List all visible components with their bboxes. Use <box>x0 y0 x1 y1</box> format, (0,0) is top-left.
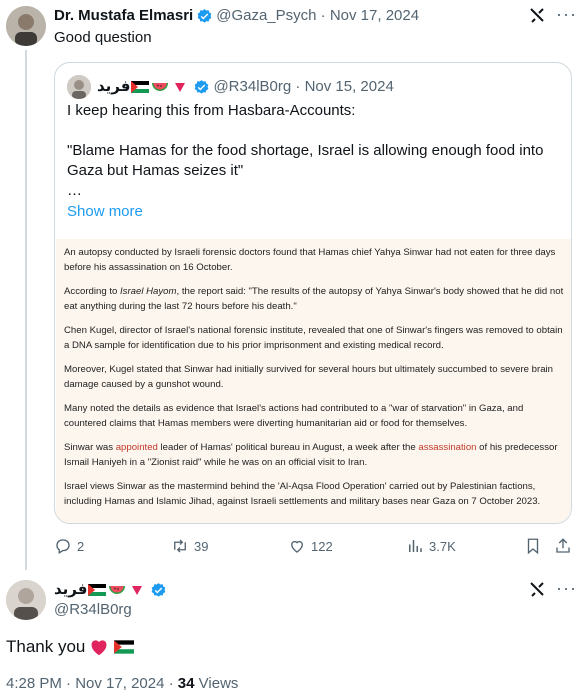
heart-icon <box>91 640 107 656</box>
reply-icon <box>56 539 70 554</box>
quote-header: فريد @R34lB0rg · Nov 15, 2024 <box>67 75 394 99</box>
palestine-flag-icon <box>131 81 150 93</box>
reply-author-name[interactable]: فريد <box>54 580 87 600</box>
like-count: 122 <box>311 538 333 554</box>
grok-icon[interactable] <box>528 580 546 603</box>
views-icon <box>409 540 422 552</box>
reply-meta: 4:28 PM · Nov 17, 2024 · 34 Views <box>6 675 239 692</box>
grok-icon[interactable] <box>528 6 546 29</box>
quoted-tweet-card[interactable]: فريد @R34lB0rg · Nov 15, 2024 I keep hea… <box>54 62 572 524</box>
verified-icon <box>197 8 212 23</box>
more-icon[interactable]: ··· <box>556 4 577 25</box>
watermelon-icon <box>152 83 169 91</box>
tweet-date[interactable]: Nov 17, 2024 <box>330 6 419 26</box>
reply-views-label: Views <box>198 675 239 692</box>
reply-author-header: فريد <box>54 580 170 600</box>
retweet-button[interactable]: 39 <box>171 537 208 555</box>
share-icon <box>556 538 570 553</box>
reply-time[interactable]: 4:28 PM <box>6 675 62 692</box>
article-paragraph: Moreover, Kugel stated that Sinwar had i… <box>64 364 553 390</box>
verified-icon <box>152 582 166 597</box>
red-triangle-icon <box>175 83 186 92</box>
palestine-flag-icon <box>88 584 107 596</box>
verified-icon <box>195 79 209 94</box>
retweet-icon <box>174 539 186 553</box>
article-paragraph: Sinwar was appointed leader of Hamas' po… <box>64 442 558 468</box>
reply-views-count: 34 <box>177 675 195 692</box>
thread-line <box>25 50 27 570</box>
separator-dot: · <box>291 78 305 95</box>
author-avatar[interactable] <box>6 6 46 46</box>
bookmark-button[interactable] <box>524 537 542 555</box>
article-paragraph: An autopsy conducted by Israeli forensic… <box>64 247 556 273</box>
article-paragraph: According to Israel Hayom, the report sa… <box>64 286 564 312</box>
article-paragraph: Chen Kugel, director of Israel's nationa… <box>64 325 563 351</box>
quote-ellipsis: … <box>67 182 82 199</box>
author-name[interactable]: Dr. Mustafa Elmasri <box>54 6 193 26</box>
views-count: 3.7K <box>429 538 456 554</box>
like-button[interactable]: 122 <box>288 537 333 555</box>
reply-count: 2 <box>77 538 85 554</box>
like-icon <box>291 540 303 553</box>
tweet-header: Dr. Mustafa Elmasri @Gaza_Psych · Nov 17… <box>54 6 419 26</box>
bookmark-icon <box>527 538 539 555</box>
retweet-count: 39 <box>194 538 209 554</box>
author-handle[interactable]: @Gaza_Psych <box>216 6 316 26</box>
quote-date: Nov 15, 2024 <box>304 78 394 95</box>
reply-date[interactable]: Nov 17, 2024 <box>75 675 164 692</box>
reply-button[interactable]: 2 <box>54 537 84 555</box>
reply-text: Thank you <box>6 636 135 658</box>
show-more-link[interactable]: Show more <box>67 202 143 222</box>
watermelon-icon <box>109 586 126 594</box>
reply-author-handle[interactable]: @R34lB0rg <box>54 600 132 620</box>
palestine-flag-icon <box>114 640 135 654</box>
quote-author-name: فريد <box>97 78 131 95</box>
action-bar: 2 39 122 3.7K <box>54 537 574 557</box>
reply-author-avatar[interactable] <box>6 580 46 620</box>
quote-line-1: I keep hearing this from Hasbara-Account… <box>67 102 356 119</box>
tweet-text: Good question <box>54 29 152 46</box>
quote-avatar <box>67 75 91 99</box>
article-paragraph: Many noted the details as evidence that … <box>64 403 524 429</box>
reply-text-content: Thank you <box>6 637 86 656</box>
quote-author-handle: @R34lB0rg <box>213 78 292 95</box>
quote-line-2: "Blame Hamas for the food shortage, Isra… <box>67 142 544 179</box>
article-screenshot-image[interactable]: An autopsy conducted by Israeli forensic… <box>56 239 571 523</box>
article-paragraph: Israel views Sinwar as the mastermind be… <box>64 481 541 507</box>
separator-dot: · <box>316 7 330 24</box>
share-button[interactable] <box>554 537 572 555</box>
more-icon[interactable]: ··· <box>556 578 577 599</box>
red-triangle-icon <box>132 586 143 595</box>
quote-text: I keep hearing this from Hasbara-Account… <box>67 101 561 201</box>
views-button[interactable]: 3.7K <box>406 537 456 555</box>
